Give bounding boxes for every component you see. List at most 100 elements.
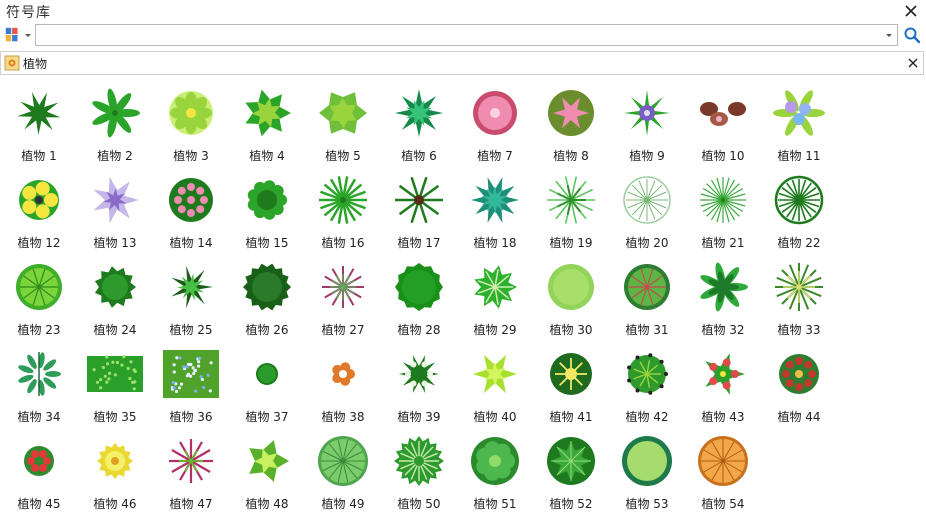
plant-10-icon xyxy=(700,102,746,126)
plant-symbol-5[interactable]: 植物 5 xyxy=(306,80,380,164)
plant-symbol-8[interactable]: 植物 8 xyxy=(534,80,608,164)
plant-symbol-7[interactable]: 植物 7 xyxy=(458,80,532,164)
plant-symbol-12[interactable]: 植物 12 xyxy=(2,167,76,251)
close-icon[interactable] xyxy=(902,2,920,20)
plant-symbol-38[interactable]: 植物 38 xyxy=(306,341,380,425)
chevron-down-icon[interactable] xyxy=(886,34,892,37)
library-menu-icon xyxy=(5,27,18,42)
plant-symbol-3[interactable]: 植物 3 xyxy=(154,80,228,164)
plant-54-icon xyxy=(698,436,748,486)
plant-symbol-9[interactable]: 植物 9 xyxy=(610,80,684,164)
plant-symbol-17[interactable]: 植物 17 xyxy=(382,167,456,251)
plant-symbol-1[interactable]: 植物 1 xyxy=(2,80,76,164)
symbol-label: 植物 13 xyxy=(93,236,137,250)
symbol-label: 植物 20 xyxy=(625,236,669,250)
plant-43-icon xyxy=(705,353,745,395)
search-row xyxy=(0,23,926,47)
symbol-label: 植物 42 xyxy=(625,410,669,424)
symbol-label: 植物 11 xyxy=(777,149,821,163)
plant-symbol-15[interactable]: 植物 15 xyxy=(230,167,304,251)
category-bar[interactable]: 植物 xyxy=(0,51,924,75)
plant-symbol-51[interactable]: 植物 51 xyxy=(458,428,532,512)
plant-27-icon xyxy=(322,266,364,308)
plant-symbol-20[interactable]: 植物 20 xyxy=(610,167,684,251)
plant-symbol-46[interactable]: 植物 46 xyxy=(78,428,152,512)
plant-26-icon xyxy=(243,263,291,311)
symbol-label: 植物 27 xyxy=(321,323,365,337)
plant-symbol-45[interactable]: 植物 45 xyxy=(2,428,76,512)
symbol-label: 植物 12 xyxy=(17,236,61,250)
library-menu-button[interactable] xyxy=(4,25,32,45)
symbol-label: 植物 2 xyxy=(97,149,133,163)
symbol-label: 植物 34 xyxy=(17,410,61,424)
plant-symbol-48[interactable]: 植物 48 xyxy=(230,428,304,512)
plant-symbol-21[interactable]: 植物 21 xyxy=(686,167,760,251)
plant-51-icon xyxy=(471,437,519,485)
search-icon[interactable] xyxy=(903,26,921,44)
plant-symbol-49[interactable]: 植物 49 xyxy=(306,428,380,512)
plant-symbol-14[interactable]: 植物 14 xyxy=(154,167,228,251)
symbol-label: 植物 25 xyxy=(169,323,213,337)
plant-symbol-10[interactable]: 植物 10 xyxy=(686,80,760,164)
plant-22-icon xyxy=(774,175,824,225)
plant-symbol-6[interactable]: 植物 6 xyxy=(382,80,456,164)
plant-symbol-23[interactable]: 植物 23 xyxy=(2,254,76,338)
plant-17-icon xyxy=(395,176,443,224)
plant-symbol-19[interactable]: 植物 19 xyxy=(534,167,608,251)
plant-symbol-44[interactable]: 植物 44 xyxy=(762,341,836,425)
plant-symbol-27[interactable]: 植物 27 xyxy=(306,254,380,338)
plant-symbol-52[interactable]: 植物 52 xyxy=(534,428,608,512)
symbol-label: 植物 26 xyxy=(245,323,289,337)
plant-symbol-47[interactable]: 植物 47 xyxy=(154,428,228,512)
plant-symbol-42[interactable]: 植物 42 xyxy=(610,341,684,425)
symbol-label: 植物 4 xyxy=(249,149,285,163)
plant-symbol-54[interactable]: 植物 54 xyxy=(686,428,760,512)
plant-symbol-35[interactable]: 植物 35 xyxy=(78,341,152,425)
plant-symbol-24[interactable]: 植物 24 xyxy=(78,254,152,338)
plant-symbol-13[interactable]: 植物 13 xyxy=(78,167,152,251)
plant-symbol-40[interactable]: 植物 40 xyxy=(458,341,532,425)
plant-11-icon xyxy=(773,90,825,136)
symbol-label: 植物 44 xyxy=(777,410,821,424)
search-input[interactable] xyxy=(35,24,898,46)
plant-symbol-39[interactable]: 植物 39 xyxy=(382,341,456,425)
plant-symbol-11[interactable]: 植物 11 xyxy=(762,80,836,164)
plant-symbol-26[interactable]: 植物 26 xyxy=(230,254,304,338)
plant-symbol-28[interactable]: 植物 28 xyxy=(382,254,456,338)
plant-symbol-4[interactable]: 植物 4 xyxy=(230,80,304,164)
symbol-label: 植物 7 xyxy=(477,149,513,163)
symbol-label: 植物 17 xyxy=(397,236,441,250)
plant-symbol-33[interactable]: 植物 33 xyxy=(762,254,836,338)
plant-symbol-16[interactable]: 植物 16 xyxy=(306,167,380,251)
plant-symbol-53[interactable]: 植物 53 xyxy=(610,428,684,512)
chevron-down-icon xyxy=(25,34,31,37)
plant-2-icon xyxy=(92,88,140,138)
plant-33-icon xyxy=(775,263,823,311)
plant-symbol-34[interactable]: 植物 34 xyxy=(2,341,76,425)
symbol-label: 植物 43 xyxy=(701,410,745,424)
plant-symbol-25[interactable]: 植物 25 xyxy=(154,254,228,338)
plant-29-icon xyxy=(474,265,517,309)
plant-symbol-32[interactable]: 植物 32 xyxy=(686,254,760,338)
plant-symbol-43[interactable]: 植物 43 xyxy=(686,341,760,425)
plant-42-icon xyxy=(627,353,668,395)
plant-symbol-37[interactable]: 植物 37 xyxy=(230,341,304,425)
plant-20-icon xyxy=(623,176,671,224)
plant-symbol-50[interactable]: 植物 50 xyxy=(382,428,456,512)
symbol-label: 植物 9 xyxy=(629,149,665,163)
plant-symbol-30[interactable]: 植物 30 xyxy=(534,254,608,338)
plant-symbol-29[interactable]: 植物 29 xyxy=(458,254,532,338)
plant-symbol-18[interactable]: 植物 18 xyxy=(458,167,532,251)
plant-1-icon xyxy=(17,92,61,135)
plant-18-icon xyxy=(471,177,519,223)
plant-symbol-31[interactable]: 植物 31 xyxy=(610,254,684,338)
plant-symbol-36[interactable]: 植物 36 xyxy=(154,341,228,425)
symbol-label: 植物 6 xyxy=(401,149,437,163)
plant-symbol-2[interactable]: 植物 2 xyxy=(78,80,152,164)
symbol-label: 植物 46 xyxy=(93,497,137,511)
plant-symbol-22[interactable]: 植物 22 xyxy=(762,167,836,251)
symbol-label: 植物 3 xyxy=(173,149,209,163)
close-icon[interactable] xyxy=(906,56,920,70)
plant-24-icon xyxy=(94,266,136,308)
plant-symbol-41[interactable]: 植物 41 xyxy=(534,341,608,425)
